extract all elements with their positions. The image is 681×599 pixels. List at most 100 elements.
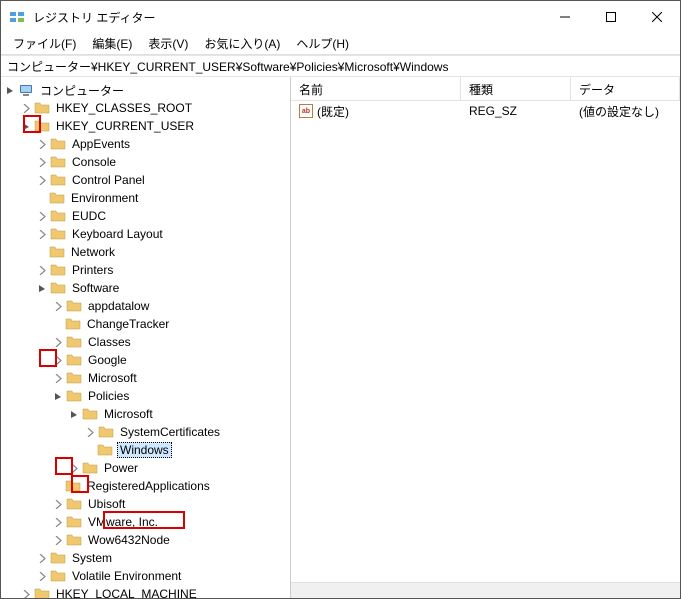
tree-node[interactable]: ChangeTracker bbox=[51, 315, 290, 333]
menu-favorites[interactable]: お気に入り(A) bbox=[196, 33, 288, 54]
close-button[interactable] bbox=[634, 1, 680, 33]
tree-node-hkcu[interactable]: HKEY_CURRENT_USER bbox=[19, 117, 290, 135]
tree-node[interactable]: Keyboard Layout bbox=[35, 225, 290, 243]
expander-closed-icon[interactable] bbox=[35, 209, 49, 223]
tree-label: Wow6432Node bbox=[86, 533, 172, 547]
horizontal-scrollbar[interactable] bbox=[291, 582, 680, 598]
expander-closed-icon[interactable] bbox=[19, 101, 33, 115]
tree-node[interactable]: Console bbox=[35, 153, 290, 171]
tree-node[interactable]: Ubisoft bbox=[51, 495, 290, 513]
expander-open-icon[interactable] bbox=[35, 281, 49, 295]
expander-closed-icon[interactable] bbox=[35, 227, 49, 241]
expander-closed-icon[interactable] bbox=[51, 299, 65, 313]
expander-closed-icon[interactable] bbox=[35, 155, 49, 169]
expander-closed-icon[interactable] bbox=[51, 515, 65, 529]
expander-closed-icon[interactable] bbox=[83, 425, 97, 439]
tree-node[interactable]: Microsoft bbox=[51, 369, 290, 387]
tree-node-software[interactable]: Software bbox=[35, 279, 290, 297]
value-type: REG_SZ bbox=[461, 104, 571, 118]
expander-closed-icon[interactable] bbox=[51, 335, 65, 349]
menu-help[interactable]: ヘルプ(H) bbox=[288, 33, 357, 54]
maximize-button[interactable] bbox=[588, 1, 634, 33]
window-title: レジストリ エディター bbox=[33, 9, 542, 26]
expander-closed-icon[interactable] bbox=[51, 371, 65, 385]
value-name: (既定) bbox=[317, 103, 349, 120]
tree-node[interactable]: appdatalow bbox=[51, 297, 290, 315]
expander-closed-icon[interactable] bbox=[19, 587, 33, 598]
tree-node[interactable]: System bbox=[35, 549, 290, 567]
list-body[interactable]: ab (既定) REG_SZ (値の設定なし) bbox=[291, 101, 680, 582]
tree-pane[interactable]: コンピューター HKEY_CLASSES_ROOT HKEY_CURRENT_U… bbox=[1, 77, 291, 598]
tree-label: Ubisoft bbox=[86, 497, 127, 511]
col-data[interactable]: データ bbox=[571, 77, 680, 100]
tree-node[interactable]: Environment bbox=[35, 189, 290, 207]
expander-closed-icon[interactable] bbox=[67, 461, 81, 475]
tree-node[interactable]: Google bbox=[51, 351, 290, 369]
folder-icon bbox=[50, 550, 66, 566]
value-name-cell: ab (既定) bbox=[291, 103, 461, 120]
folder-icon bbox=[34, 586, 50, 598]
tree-label: Google bbox=[86, 353, 129, 367]
minimize-button[interactable] bbox=[542, 1, 588, 33]
expander-closed-icon[interactable] bbox=[35, 263, 49, 277]
registry-tree: コンピューター HKEY_CLASSES_ROOT HKEY_CURRENT_U… bbox=[3, 81, 290, 598]
tree-label: appdatalow bbox=[86, 299, 151, 313]
tree-node-computer[interactable]: コンピューター bbox=[3, 81, 290, 99]
expander-closed-icon[interactable] bbox=[35, 569, 49, 583]
expander-closed-icon[interactable] bbox=[35, 137, 49, 151]
folder-icon bbox=[50, 172, 66, 188]
tree-node[interactable]: Control Panel bbox=[35, 171, 290, 189]
expander-closed-icon[interactable] bbox=[35, 173, 49, 187]
tree-label: AppEvents bbox=[70, 137, 132, 151]
content-area: コンピューター HKEY_CLASSES_ROOT HKEY_CURRENT_U… bbox=[1, 77, 680, 598]
tree-label: Classes bbox=[86, 335, 133, 349]
folder-icon bbox=[50, 280, 66, 296]
window-controls bbox=[542, 1, 680, 33]
tree-node[interactable]: Classes bbox=[51, 333, 290, 351]
expander-open-icon[interactable] bbox=[51, 389, 65, 403]
col-type[interactable]: 種類 bbox=[461, 77, 571, 100]
folder-icon bbox=[98, 424, 114, 440]
expander-open-icon[interactable] bbox=[3, 83, 17, 97]
folder-icon bbox=[50, 136, 66, 152]
tree-node[interactable]: Power bbox=[67, 459, 290, 477]
tree-node[interactable]: AppEvents bbox=[35, 135, 290, 153]
tree-node[interactable]: RegisteredApplications bbox=[51, 477, 290, 495]
expander-closed-icon[interactable] bbox=[35, 551, 49, 565]
tree-node-hkcr[interactable]: HKEY_CLASSES_ROOT bbox=[19, 99, 290, 117]
menu-view[interactable]: 表示(V) bbox=[140, 33, 196, 54]
expander-closed-icon[interactable] bbox=[51, 497, 65, 511]
tree-node-policies-microsoft[interactable]: Microsoft bbox=[67, 405, 290, 423]
menu-file[interactable]: ファイル(F) bbox=[5, 33, 84, 54]
expander-open-icon[interactable] bbox=[67, 407, 81, 421]
expander-open-icon[interactable] bbox=[19, 119, 33, 133]
tree-node[interactable]: Network bbox=[35, 243, 290, 261]
menu-edit[interactable]: 編集(E) bbox=[84, 33, 140, 54]
tree-node-windows[interactable]: Windows bbox=[83, 441, 290, 459]
tree-node[interactable]: Volatile Environment bbox=[35, 567, 290, 585]
tree-node[interactable]: SystemCertificates bbox=[83, 423, 290, 441]
tree-node-hklm[interactable]: HKEY_LOCAL_MACHINE bbox=[19, 585, 290, 598]
address-text: コンピューター¥HKEY_CURRENT_USER¥Software¥Polic… bbox=[7, 58, 448, 75]
folder-icon bbox=[50, 568, 66, 584]
tree-node[interactable]: Wow6432Node bbox=[51, 531, 290, 549]
folder-icon bbox=[50, 226, 66, 242]
expander-closed-icon[interactable] bbox=[51, 353, 65, 367]
list-item[interactable]: ab (既定) REG_SZ (値の設定なし) bbox=[291, 101, 680, 121]
expander-closed-icon[interactable] bbox=[51, 533, 65, 547]
tree-node[interactable]: VMware, Inc. bbox=[51, 513, 290, 531]
folder-icon bbox=[97, 442, 113, 458]
tree-node[interactable]: EUDC bbox=[35, 207, 290, 225]
tree-label: EUDC bbox=[70, 209, 108, 223]
folder-icon bbox=[50, 154, 66, 170]
tree-label: Control Panel bbox=[70, 173, 147, 187]
col-name[interactable]: 名前 bbox=[291, 77, 461, 100]
address-bar[interactable]: コンピューター¥HKEY_CURRENT_USER¥Software¥Polic… bbox=[1, 55, 680, 77]
folder-icon bbox=[34, 100, 50, 116]
tree-node[interactable]: Printers bbox=[35, 261, 290, 279]
tree-node-policies[interactable]: Policies bbox=[51, 387, 290, 405]
tree-label: Environment bbox=[69, 191, 140, 205]
titlebar[interactable]: レジストリ エディター bbox=[1, 1, 680, 33]
tree-label: Microsoft bbox=[86, 371, 139, 385]
tree-label: HKEY_CLASSES_ROOT bbox=[54, 101, 194, 115]
